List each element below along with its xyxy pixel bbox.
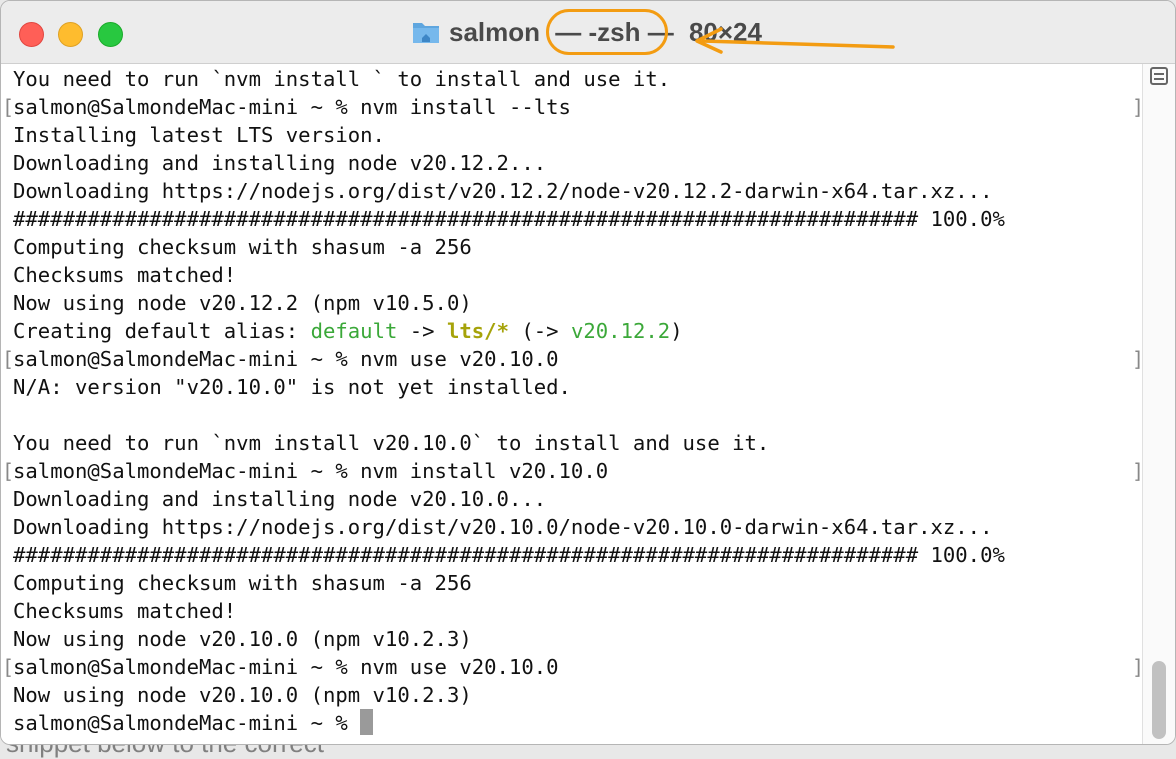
terminal-window: salmon — -zsh — 80×24 You need to run `n… bbox=[0, 0, 1176, 745]
terminal-line: salmon@SalmondeMac-mini ~ % nvm use v20.… bbox=[1, 345, 1142, 373]
terminal-line-text: Checksums matched! bbox=[13, 263, 237, 287]
terminal-line-text: Installing latest LTS version. bbox=[13, 123, 385, 147]
mark-bracket-right: ] bbox=[1132, 653, 1142, 681]
title-shell: — -zsh — bbox=[548, 16, 681, 47]
minimize-button[interactable] bbox=[58, 22, 83, 47]
terminal-line: ########################################… bbox=[1, 541, 1142, 569]
terminal-line-text: salmon@SalmondeMac-mini ~ % nvm install … bbox=[13, 459, 609, 483]
terminal-line: Now using node v20.12.2 (npm v10.5.0) bbox=[1, 289, 1142, 317]
terminal-line-text: ########################################… bbox=[13, 207, 1005, 231]
title-bar[interactable]: salmon — -zsh — 80×24 bbox=[1, 1, 1175, 64]
alias-prefix: Creating default alias: bbox=[13, 319, 311, 343]
alias-open: (-> bbox=[508, 319, 571, 343]
terminal-line-text: Computing checksum with shasum -a 256 bbox=[13, 571, 472, 595]
terminal-line-text: Computing checksum with shasum -a 256 bbox=[13, 235, 472, 259]
mark-bracket-left: [ bbox=[2, 459, 15, 483]
terminal-line: Computing checksum with shasum -a 256 bbox=[1, 233, 1142, 261]
terminal-line-text: Downloading and installing node v20.10.0… bbox=[13, 487, 547, 511]
terminal-line: Downloading https://nodejs.org/dist/v20.… bbox=[1, 513, 1142, 541]
folder-icon bbox=[413, 23, 439, 43]
scrollbar-track[interactable] bbox=[1142, 64, 1175, 744]
terminal-line-text: Downloading https://nodejs.org/dist/v20.… bbox=[13, 179, 993, 203]
terminal-line-text: salmon@SalmondeMac-mini ~ % nvm use v20.… bbox=[13, 347, 559, 371]
mark-bracket-left: [ bbox=[2, 95, 15, 119]
terminal-line-text: Downloading and installing node v20.12.2… bbox=[13, 151, 547, 175]
terminal-line: salmon@SalmondeMac-mini ~ % nvm install … bbox=[1, 457, 1142, 485]
text-cursor[interactable] bbox=[360, 709, 374, 735]
mark-bracket-left: [ bbox=[2, 655, 15, 679]
terminal-line: Now using node v20.10.0 (npm v10.2.3) bbox=[1, 625, 1142, 653]
mark-bracket-left: [ bbox=[2, 347, 15, 371]
terminal-line: N/A: version "v20.10.0" is not yet insta… bbox=[1, 373, 1142, 401]
alias-close: ) bbox=[670, 319, 683, 343]
alias-target: lts/* bbox=[446, 319, 509, 343]
terminal-line-text: You need to run `nvm install v20.10.0` t… bbox=[13, 431, 770, 455]
terminal-line-text: salmon@SalmondeMac-mini ~ % nvm use v20.… bbox=[13, 655, 559, 679]
terminal-line: Installing latest LTS version. bbox=[1, 121, 1142, 149]
terminal-line: You need to run `nvm install ` to instal… bbox=[1, 65, 1142, 93]
mark-bracket-right: ] bbox=[1132, 457, 1142, 485]
terminal-line-text: Downloading https://nodejs.org/dist/v20.… bbox=[13, 515, 993, 539]
alias-arrow: -> bbox=[397, 319, 447, 343]
mark-bracket-right: ] bbox=[1132, 93, 1142, 121]
window-title: salmon — -zsh — 80×24 bbox=[411, 14, 762, 50]
terminal-line: salmon@SalmondeMac-mini ~ % nvm install … bbox=[1, 93, 1142, 121]
terminal-line-text: Now using node v20.10.0 (npm v10.2.3) bbox=[13, 627, 472, 651]
title-name: salmon bbox=[449, 16, 541, 47]
prompt-text: salmon@SalmondeMac-mini ~ % bbox=[13, 711, 361, 735]
terminal-line: Creating default alias: default -> lts/*… bbox=[1, 317, 1142, 345]
scrollbar-thumb[interactable] bbox=[1152, 661, 1166, 739]
terminal-line-text: Now using node v20.12.2 (npm v10.5.0) bbox=[13, 291, 472, 315]
terminal-line: Downloading and installing node v20.10.0… bbox=[1, 485, 1142, 513]
terminal-line: Checksums matched! bbox=[1, 261, 1142, 289]
terminal-line: ########################################… bbox=[1, 205, 1142, 233]
title-size: 80×24 bbox=[688, 16, 762, 47]
terminal-line: Computing checksum with shasum -a 256 bbox=[1, 569, 1142, 597]
alias-version: v20.12.2 bbox=[570, 319, 671, 343]
terminal-line-text: ########################################… bbox=[13, 543, 1005, 567]
alias-name: default bbox=[310, 319, 398, 343]
terminal-line: salmon@SalmondeMac-mini ~ % nvm use v20.… bbox=[1, 653, 1142, 681]
terminal-line: Now using node v20.10.0 (npm v10.2.3) bbox=[1, 681, 1142, 709]
terminal-line: Downloading https://nodejs.org/dist/v20.… bbox=[1, 177, 1142, 205]
sidebar-toggle-icon[interactable] bbox=[1150, 67, 1168, 85]
terminal-line: Downloading and installing node v20.12.2… bbox=[1, 149, 1142, 177]
terminal-line-text: You need to run `nvm install ` to instal… bbox=[13, 67, 671, 91]
terminal-line-text: N/A: version "v20.10.0" is not yet insta… bbox=[13, 375, 571, 399]
zoom-button[interactable] bbox=[98, 22, 123, 47]
terminal-line: Checksums matched! bbox=[1, 597, 1142, 625]
terminal-line-text: salmon@SalmondeMac-mini ~ % nvm install … bbox=[13, 95, 571, 119]
terminal-line: You need to run `nvm install v20.10.0` t… bbox=[1, 429, 1142, 457]
terminal-output[interactable]: You need to run `nvm install ` to instal… bbox=[1, 64, 1142, 744]
prompt-line[interactable]: salmon@SalmondeMac-mini ~ % bbox=[1, 709, 1142, 737]
terminal-line-text: Now using node v20.10.0 (npm v10.2.3) bbox=[13, 683, 472, 707]
mark-bracket-right: ] bbox=[1132, 345, 1142, 373]
terminal-line-text: Checksums matched! bbox=[13, 599, 237, 623]
close-button[interactable] bbox=[19, 22, 44, 47]
